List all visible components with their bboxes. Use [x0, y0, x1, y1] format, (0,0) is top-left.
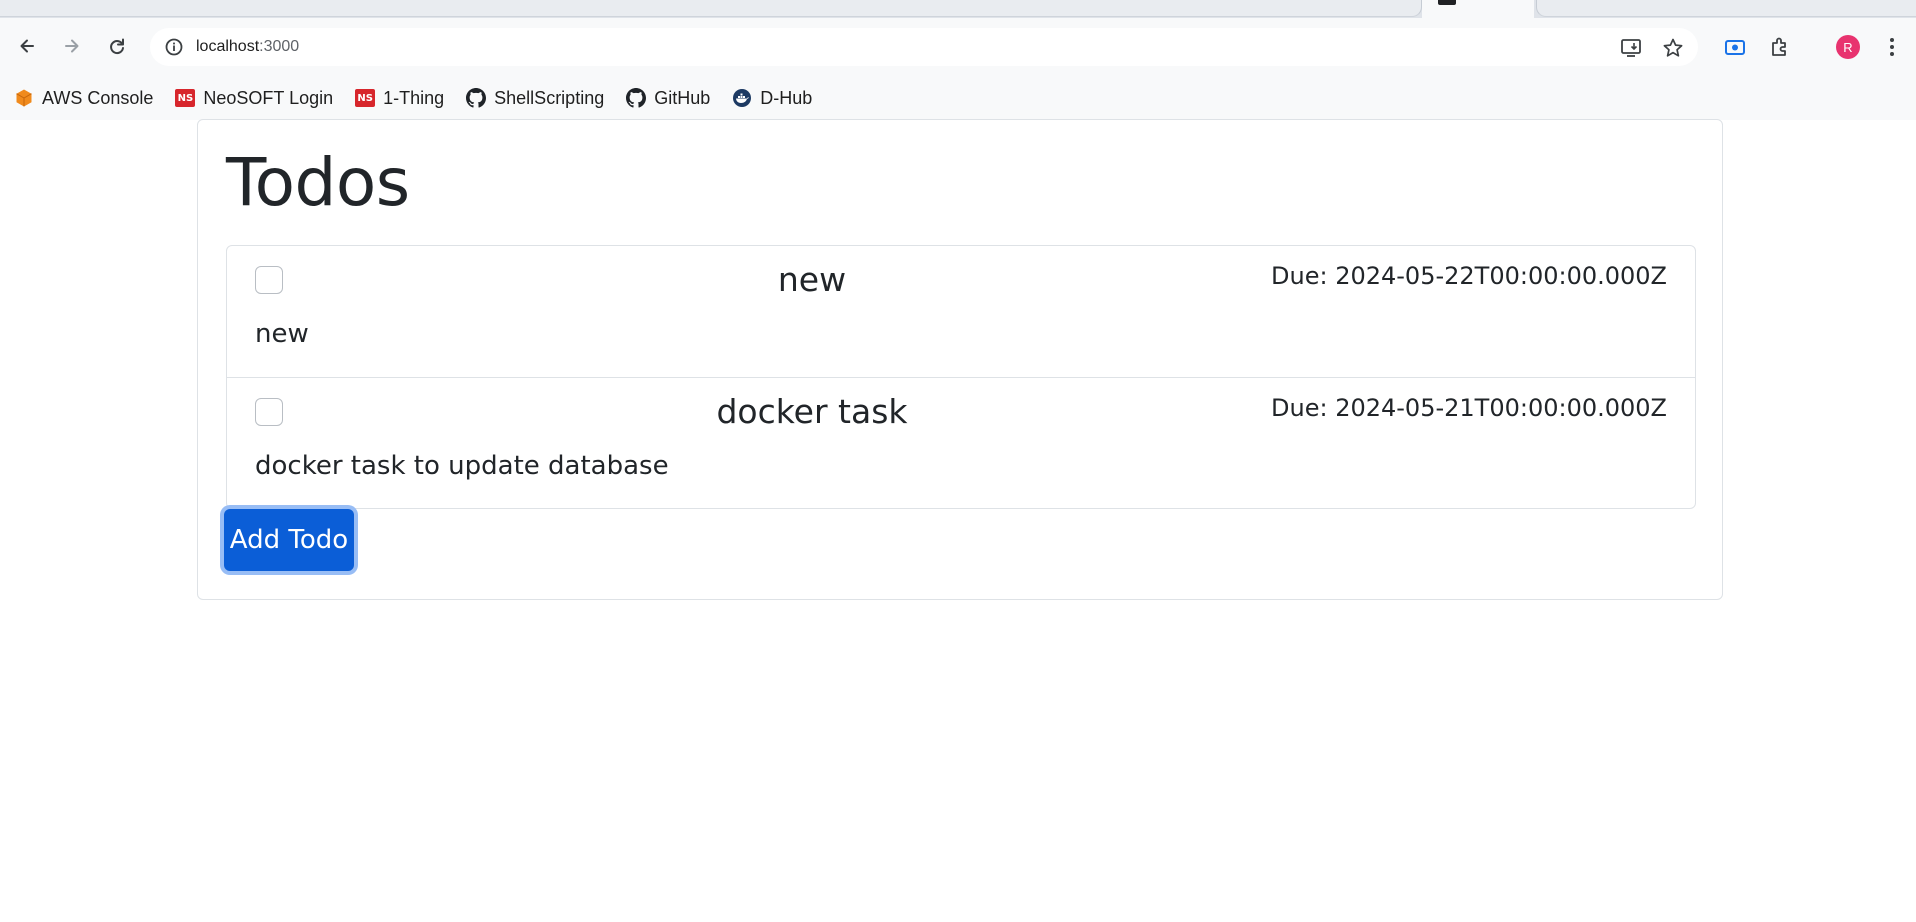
todo-description: new: [255, 319, 309, 349]
site-info-icon[interactable]: [164, 37, 184, 57]
browser-tab[interactable]: [0, 0, 1422, 17]
bookmarks-bar: AWS Console NS NeoSOFT Login NS 1-Thing …: [0, 76, 1916, 120]
todo-list: new Due: 2024-05-22T00:00:00.000Z new do…: [226, 245, 1696, 509]
github-icon: [626, 88, 647, 108]
ns-badge-icon: NS: [175, 88, 196, 108]
profile-avatar[interactable]: R: [1836, 35, 1860, 59]
back-button[interactable]: [10, 29, 44, 63]
bookmark-label: 1-Thing: [383, 87, 445, 108]
screen-capture-extension-icon[interactable]: [1723, 35, 1747, 59]
bookmark-1-thing[interactable]: NS 1-Thing: [355, 83, 452, 113]
browser-toolbar: localhost:3000 R: [0, 18, 1916, 76]
todos-card: Todos new Due: 2024-05-22T00:00:00.000Z …: [197, 119, 1723, 600]
github-icon: [466, 88, 487, 108]
ns-badge-icon: NS: [355, 88, 376, 108]
todo-due-date: Due: 2024-05-21T00:00:00.000Z: [1271, 394, 1667, 422]
add-todo-button[interactable]: Add Todo: [224, 509, 354, 571]
todo-title: new: [777, 260, 847, 299]
todo-description: docker task to update database: [255, 451, 669, 481]
bookmark-label: D-Hub: [760, 87, 813, 108]
docker-hub-icon: [732, 88, 752, 108]
tab-favicon-icon: [1438, 0, 1456, 5]
reload-button[interactable]: [100, 29, 134, 63]
url-port: :3000: [259, 38, 300, 55]
url-host: localhost: [196, 38, 260, 55]
reload-icon: [110, 38, 124, 55]
bookmark-neosoft-login[interactable]: NS NeoSOFT Login: [175, 83, 341, 113]
bookmark-d-hub[interactable]: D-Hub: [732, 83, 820, 113]
bookmark-label: AWS Console: [42, 87, 154, 108]
forward-button[interactable]: [55, 29, 89, 63]
page-title: Todos: [226, 144, 410, 221]
todo-item: docker task Due: 2024-05-21T00:00:00.000…: [227, 377, 1695, 508]
tab-strip: [0, 0, 1916, 18]
url-text[interactable]: localhost:3000: [196, 38, 299, 56]
menu-kebab-icon[interactable]: [1880, 35, 1904, 59]
bookmark-label: NeoSOFT Login: [203, 87, 334, 108]
bookmark-star-icon[interactable]: [1662, 37, 1684, 59]
arrow-left-icon: [20, 39, 34, 53]
extensions-puzzle-icon[interactable]: [1768, 35, 1792, 59]
browser-tab-active[interactable]: [1422, 0, 1534, 18]
bookmark-label: GitHub: [654, 87, 711, 108]
bookmark-label: ShellScripting: [494, 87, 605, 108]
aws-cube-icon: [14, 88, 34, 108]
todo-due-date: Due: 2024-05-22T00:00:00.000Z: [1271, 262, 1667, 290]
bookmark-shellscripting[interactable]: ShellScripting: [466, 83, 612, 113]
address-bar[interactable]: localhost:3000: [150, 28, 1698, 66]
todo-item: new Due: 2024-05-22T00:00:00.000Z new: [227, 246, 1695, 377]
todo-title: docker task: [716, 392, 908, 431]
bookmark-github[interactable]: GitHub: [626, 83, 718, 113]
bookmark-aws-console[interactable]: AWS Console: [14, 83, 161, 113]
install-app-icon[interactable]: [1620, 37, 1642, 59]
browser-tab[interactable]: [1536, 0, 1916, 17]
arrow-right-icon: [65, 39, 79, 53]
